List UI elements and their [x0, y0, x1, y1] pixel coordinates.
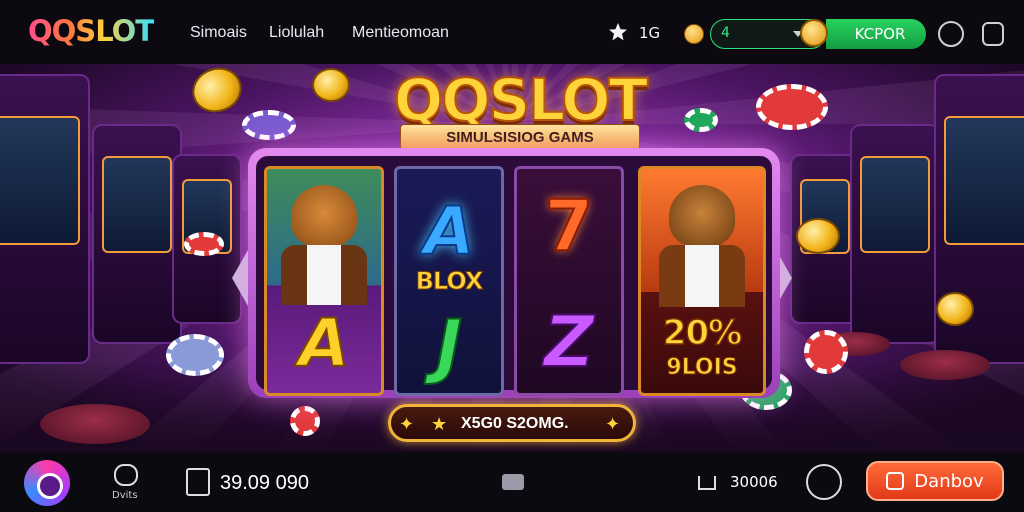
deposit-button[interactable]: Danbov	[866, 461, 1004, 501]
top-bar: QQSLOT Simoais Liolulah Mentieomoan 1G 4…	[0, 0, 1024, 64]
app-root: QQSLOT Simoais Liolulah Mentieomoan 1G 4…	[0, 0, 1024, 512]
bonus-percent: 20%	[662, 312, 743, 354]
stool-left	[40, 404, 150, 444]
star-icon: ✦	[605, 414, 621, 435]
chip-decoration	[804, 330, 848, 374]
bear-character-icon	[669, 185, 735, 247]
chat-icon[interactable]	[114, 464, 138, 486]
deposit-icon	[886, 472, 905, 490]
reel-2: A BLOX J	[394, 166, 504, 396]
star-icon[interactable]	[608, 22, 628, 42]
bet-value: 30006	[730, 473, 778, 491]
coin-icon	[684, 24, 704, 44]
reel-symbol: 7	[544, 184, 595, 268]
slot-machine-left-1	[0, 74, 90, 364]
bear-body	[281, 245, 367, 305]
score-value: 1G	[639, 24, 661, 42]
bear-body	[659, 245, 745, 307]
game-subtitle: SIMULSISIOG GAMS	[400, 124, 640, 150]
reel-area: A A BLOX J 7 Z 20% 9LOIS	[256, 156, 772, 396]
arrow-left-icon[interactable]	[232, 250, 248, 306]
exit-icon[interactable]	[982, 22, 1004, 46]
win-banner-text: X5G0 S2OMG.	[461, 415, 569, 432]
reel-symbol: A	[297, 304, 350, 383]
game-title: QQSLOT	[393, 66, 649, 134]
menu-icon[interactable]	[502, 474, 524, 490]
coin-decoration	[796, 218, 840, 254]
nav-item-1[interactable]: Simoais	[190, 24, 247, 42]
bottom-bar: Dvits 39.09 090 30006 Danbov	[0, 452, 1024, 512]
chip-decoration	[184, 232, 224, 256]
reel-symbol: A	[422, 192, 475, 271]
home-icon[interactable]	[698, 476, 716, 490]
chip-decoration	[166, 334, 224, 376]
stool-right	[900, 350, 990, 380]
reel-symbol: Z	[543, 300, 596, 384]
reel-symbol-text: BLOX	[415, 267, 484, 296]
credits-value: 39.09 090	[220, 472, 309, 494]
chip-decoration	[242, 110, 296, 140]
logo[interactable]: QQSLOT	[28, 14, 155, 48]
slot-machine-left-2	[92, 124, 182, 344]
reel-4: 20% 9LOIS	[638, 166, 766, 396]
reel-1: A	[264, 166, 384, 396]
spin-icon[interactable]	[806, 464, 842, 500]
chip-decoration	[756, 84, 828, 130]
reel-3: 7 Z	[514, 166, 624, 396]
coin-decoration	[936, 292, 974, 326]
nav-item-2[interactable]: Liolulah	[269, 24, 324, 42]
bear-character-icon	[291, 185, 357, 247]
deposit-label: Danbov	[914, 470, 984, 492]
star-icon: ✦	[399, 414, 415, 435]
kpor-button[interactable]: KCPOR	[826, 19, 926, 49]
chat-label: Dvits	[112, 490, 138, 501]
bonus-label: 9LOIS	[666, 355, 738, 381]
nav-item-3[interactable]: Mentieomoan	[352, 24, 449, 42]
chip-decoration	[684, 108, 718, 132]
coin-decoration	[312, 68, 350, 102]
star-icon: ★	[431, 414, 448, 435]
reel-symbol: J	[435, 304, 463, 388]
gold-coin-icon	[800, 19, 828, 47]
slot-frame: A A BLOX J 7 Z 20% 9LOIS	[248, 148, 780, 398]
wallet-icon[interactable]	[186, 468, 210, 496]
chip-decoration	[290, 406, 320, 436]
refresh-icon[interactable]	[938, 21, 964, 47]
slot-machine-right-2	[850, 124, 940, 344]
win-banner: ✦ ★ X5G0 S2OMG. ✦	[388, 404, 636, 442]
avatar[interactable]	[24, 460, 70, 506]
balance-value: 4	[721, 25, 730, 41]
